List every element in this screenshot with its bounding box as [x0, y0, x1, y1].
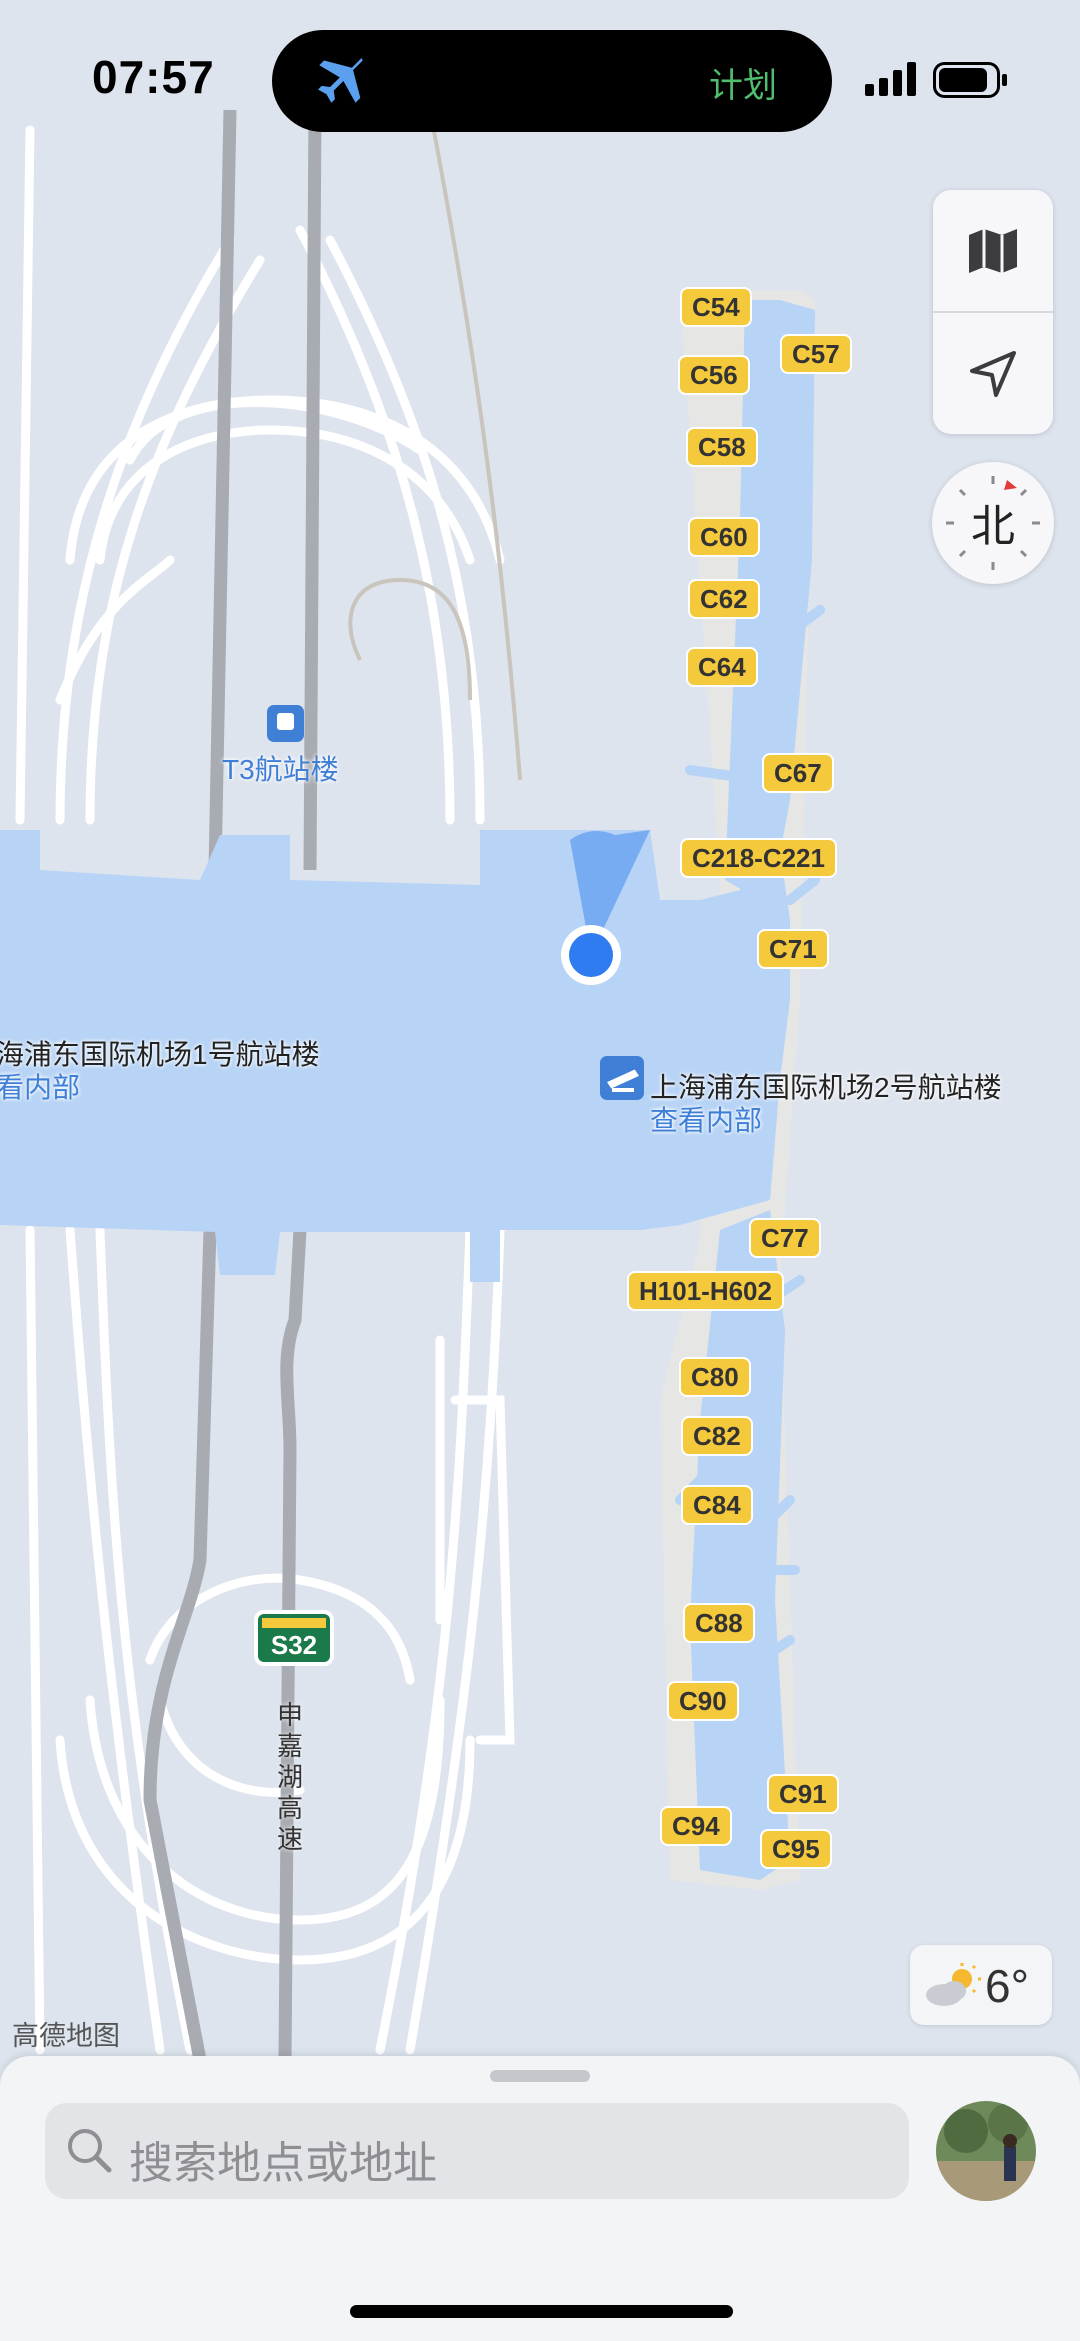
terminal1-view-link[interactable]: 看内部: [0, 1066, 80, 1106]
profile-photo: [936, 2101, 1036, 2201]
partly-cloudy-icon: [926, 1963, 981, 2006]
search-placeholder: 搜索地点或地址: [129, 2139, 437, 2188]
gate-c64[interactable]: C64: [686, 647, 758, 687]
gate-h101-h602[interactable]: H101-H602: [627, 1271, 784, 1311]
terminal2-view-link[interactable]: 查看内部: [650, 1099, 762, 1139]
compass-north-label: 北: [971, 502, 1015, 551]
sheet-grabber[interactable]: [490, 2070, 590, 2082]
map-canvas[interactable]: [0, 0, 1080, 2060]
airplane-icon: [318, 58, 363, 103]
cellular-signal-icon: [865, 62, 916, 96]
location-arrow-icon: [970, 350, 1016, 397]
home-indicator[interactable]: [350, 2305, 733, 2318]
gate-c90[interactable]: C90: [667, 1681, 739, 1721]
compass-button[interactable]: 北: [932, 462, 1054, 584]
status-time: 07:57: [92, 51, 215, 103]
map-controls: [933, 190, 1053, 434]
highway-shield-label: S32: [270, 1630, 318, 1660]
search-icon: [68, 2129, 112, 2173]
gate-c95[interactable]: C95: [760, 1829, 832, 1869]
gate-c82[interactable]: C82: [681, 1416, 753, 1456]
gate-c94[interactable]: C94: [660, 1806, 732, 1846]
weather-temperature: 6°: [985, 1960, 1029, 2012]
poi-t3-label[interactable]: T3航站楼: [222, 748, 339, 788]
locate-me-button[interactable]: [933, 313, 1053, 434]
gate-c80[interactable]: C80: [679, 1357, 751, 1397]
gate-c77[interactable]: C77: [749, 1218, 821, 1258]
highway-name-label: 申嘉湖高速: [277, 1700, 304, 1854]
status-bar: 07:57 计划: [0, 0, 1080, 150]
map-credit: 高德地图: [12, 2021, 120, 2051]
gate-c60[interactable]: C60: [688, 517, 760, 557]
bottom-sheet: 搜索地点或地址: [0, 2056, 1080, 2341]
dynamic-island[interactable]: 计划: [272, 30, 832, 132]
gate-c57[interactable]: C57: [780, 334, 852, 374]
map-mode-button[interactable]: [933, 190, 1053, 311]
gate-c62[interactable]: C62: [688, 579, 760, 619]
gate-c71[interactable]: C71: [757, 929, 829, 969]
gate-c88[interactable]: C88: [683, 1603, 755, 1643]
gate-c56[interactable]: C56: [678, 355, 750, 395]
gate-c84[interactable]: C84: [681, 1485, 753, 1525]
weather-widget[interactable]: 6°: [910, 1945, 1052, 2025]
activity-plan-label: 计划: [709, 67, 777, 105]
avatar[interactable]: [936, 2101, 1036, 2201]
search-field[interactable]: 搜索地点或地址: [45, 2103, 909, 2199]
battery-icon: [933, 62, 1007, 98]
gate-c218-c221[interactable]: C218-C221: [680, 838, 837, 878]
gate-c58[interactable]: C58: [686, 427, 758, 467]
gate-c67[interactable]: C67: [762, 753, 834, 793]
gate-c91[interactable]: C91: [767, 1774, 839, 1814]
map-icon: [969, 228, 1017, 273]
gate-c54[interactable]: C54: [680, 287, 752, 327]
